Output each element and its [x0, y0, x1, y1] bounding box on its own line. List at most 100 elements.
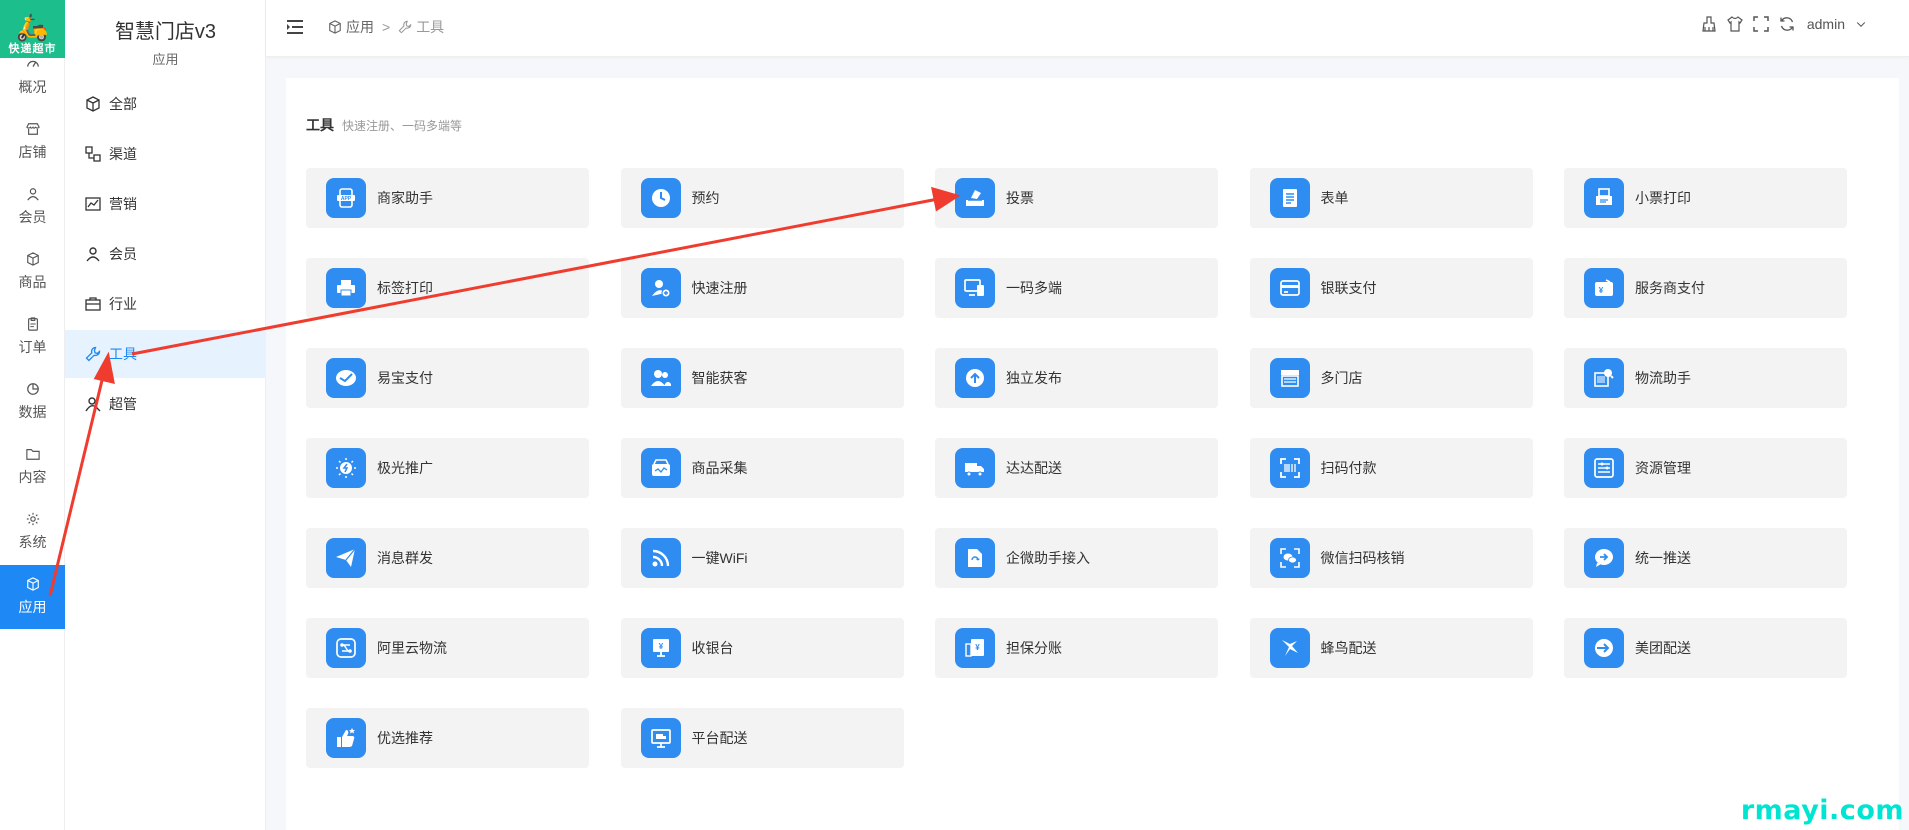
tool-tile-label: 快速注册	[691, 280, 748, 296]
tool-tile[interactable]: 阿里云物流	[306, 618, 589, 678]
tool-tile[interactable]: 美团配送	[1564, 618, 1847, 678]
tool-tile[interactable]: 小票打印	[1564, 168, 1847, 228]
truck-icon	[955, 448, 995, 488]
breadcrumb: 应用 > 工具	[328, 17, 444, 37]
sidebar-item-4[interactable]: 行业	[65, 280, 266, 328]
tool-tile-label: 独立发布	[1006, 370, 1062, 386]
sidebar-item-label: 行业	[109, 296, 137, 312]
wifi-icon	[640, 538, 681, 578]
tool-tile[interactable]: 微信扫码核销	[1249, 528, 1533, 588]
user-menu[interactable]: admin	[1807, 16, 1845, 32]
tool-tile[interactable]: 银联支付	[1249, 258, 1533, 318]
wechat-work-icon	[955, 538, 995, 578]
tool-tile[interactable]: 商品采集	[620, 438, 904, 498]
top-header: 应用 > 工具 admin	[266, 0, 1909, 57]
tool-tile[interactable]: 投票	[935, 168, 1218, 228]
rail-item-label: 内容	[18, 469, 47, 485]
tool-tile-label: 扫码付款	[1320, 460, 1377, 476]
tool-tile-label: 阿里云物流	[377, 640, 447, 656]
rail-item-0[interactable]: 概况	[0, 45, 65, 109]
clear-cache-icon[interactable]	[1701, 16, 1717, 32]
tool-tile[interactable]: 一码多端	[935, 258, 1218, 318]
tool-tile[interactable]: ¥ 担保分账	[935, 618, 1218, 678]
sidebar-item-6[interactable]: 超管	[65, 380, 266, 428]
tool-tile[interactable]: 扫码付款	[1249, 438, 1533, 498]
tool-tile-label: 小票打印	[1635, 190, 1691, 206]
tool-tile[interactable]: 物流助手	[1564, 348, 1847, 408]
rail-item-5[interactable]: 数据	[0, 370, 65, 434]
tool-tile[interactable]: 平台配送	[620, 708, 904, 768]
tool-tile[interactable]: 优选推荐	[306, 708, 589, 768]
tool-tile-label: 微信扫码核销	[1320, 550, 1405, 566]
sidebar-title: 智慧门店v3	[114, 21, 217, 43]
tool-tile[interactable]: 独立发布	[935, 348, 1218, 408]
chevron-down-icon[interactable]	[1855, 18, 1867, 30]
rail-item-6[interactable]: 内容	[0, 435, 65, 499]
lightning-icon	[326, 448, 366, 488]
rail-item-4[interactable]: 订单	[0, 305, 65, 369]
tool-tile[interactable]: 快速注册	[620, 258, 904, 318]
sidebar-item-3[interactable]: 会员	[65, 230, 266, 278]
tool-tile-label: 收银台	[691, 640, 734, 656]
breadcrumb-item-tools: 工具	[416, 19, 445, 35]
qr-scan-icon	[1269, 448, 1310, 488]
tool-tile[interactable]: 一键WiFi	[620, 528, 904, 588]
tool-tile[interactable]: 表单	[1249, 168, 1533, 228]
rail-item-label: 订单	[18, 339, 47, 355]
tool-tile[interactable]: 达达配送	[935, 438, 1218, 498]
menu-toggle-icon[interactable]	[287, 20, 303, 34]
sidebar-item-2[interactable]: 营销	[65, 180, 266, 228]
refresh-icon[interactable]	[1779, 16, 1795, 32]
collect-icon	[640, 448, 681, 488]
rail-item-8[interactable]: 应用	[0, 565, 65, 629]
sidebar-item-1[interactable]: 渠道	[65, 130, 266, 178]
tool-tile[interactable]: 资源管理	[1564, 438, 1847, 498]
tool-tile[interactable]: 蜂鸟配送	[1249, 618, 1533, 678]
rail-item-7[interactable]: 系统	[0, 500, 65, 564]
pie-chart-icon	[26, 382, 40, 396]
tool-tile[interactable]: APP 商家助手	[306, 168, 589, 228]
dashboard-icon	[26, 57, 40, 71]
section-title: 工具	[306, 117, 334, 133]
rail-item-label: 会员	[18, 209, 47, 225]
sidebar-item-0[interactable]: 全部	[65, 80, 266, 128]
tool-tile[interactable]: 极光推广	[306, 438, 589, 498]
rail-item-2[interactable]: 会员	[0, 175, 65, 239]
tool-tile[interactable]: ¥ 收银台	[620, 618, 904, 678]
tool-tile[interactable]: 预约	[620, 168, 904, 228]
tool-tile[interactable]: 标签打印	[306, 258, 589, 318]
sidebar-item-label: 超管	[109, 396, 137, 412]
rail-item-1[interactable]: 店铺	[0, 110, 65, 174]
tool-tile[interactable]: 消息群发	[306, 528, 589, 588]
sidebar-item-5[interactable]: 工具	[65, 330, 266, 378]
user-icon	[85, 246, 101, 262]
wallet-icon: ¥	[1584, 268, 1624, 308]
channel-icon	[85, 146, 101, 162]
tool-tile-label: 一码多端	[1006, 280, 1062, 296]
tool-tile[interactable]: ¥ 服务商支付	[1564, 258, 1847, 318]
tool-tile-label: 企微助手接入	[1006, 550, 1090, 566]
tool-tile-label: 银联支付	[1320, 280, 1377, 296]
tool-tile[interactable]: 易宝支付	[306, 348, 589, 408]
tool-tile[interactable]: 多门店	[1249, 348, 1533, 408]
sidebar-item-label: 全部	[109, 96, 137, 112]
resources-icon	[1584, 448, 1624, 488]
tool-tile-label: 商家助手	[377, 190, 433, 206]
clock-icon	[640, 178, 681, 218]
breadcrumb-item-apps[interactable]: 应用	[346, 17, 374, 37]
stores-icon	[1269, 358, 1310, 398]
tool-tile-label: 标签打印	[377, 280, 433, 296]
tool-tile[interactable]: 智能获客	[620, 348, 904, 408]
theme-shirt-icon[interactable]	[1727, 16, 1743, 32]
tool-tile[interactable]: 统一推送	[1564, 528, 1847, 588]
tool-tile-label: 一键WiFi	[691, 550, 748, 566]
rail-item-3[interactable]: 商品	[0, 240, 65, 304]
fullscreen-icon[interactable]	[1753, 16, 1769, 32]
rail-item-label: 系统	[18, 534, 47, 550]
upload-icon	[955, 358, 995, 398]
tool-tile-label: 担保分账	[1006, 640, 1062, 656]
tool-tile[interactable]: 企微助手接入	[935, 528, 1218, 588]
clipboard-icon	[26, 317, 40, 331]
wechat-icon	[1269, 538, 1310, 578]
svg-text:¥: ¥	[1599, 286, 1604, 295]
